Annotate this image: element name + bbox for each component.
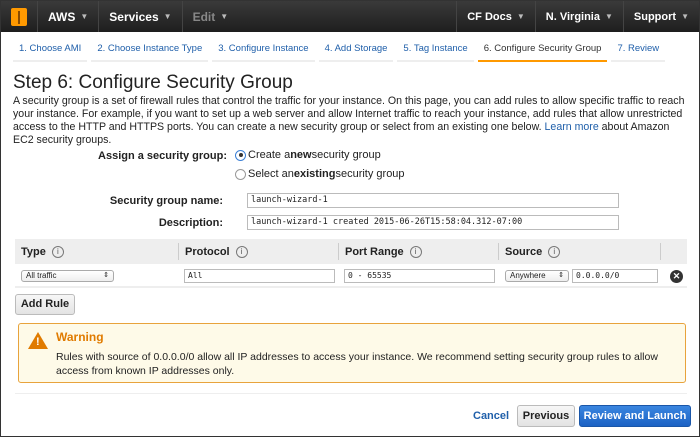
services-label: Services [109, 9, 159, 24]
opt-existing-pre: Select an [248, 168, 294, 180]
chevron-down-icon: ▼ [220, 12, 229, 21]
cf-docs-menu[interactable]: CF Docs ▼ [456, 1, 535, 32]
cancel-link[interactable]: Cancel [473, 410, 509, 422]
edit-menu[interactable]: Edit ▼ [183, 1, 239, 32]
select-arrows-icon: ⇕ [103, 272, 109, 279]
source-value: Anywhere [510, 271, 546, 280]
select-arrows-icon: ⇕ [558, 272, 564, 279]
step-choose-instance-type[interactable]: 2. Choose Instance Type [91, 40, 209, 62]
edit-label: Edit [192, 9, 216, 24]
header-port-range: Port Range i [339, 243, 499, 260]
port-range-input[interactable]: 0 - 65535 [344, 269, 495, 283]
header-source-label: Source [505, 245, 543, 258]
aws-label: AWS [48, 9, 76, 24]
aws-menu[interactable]: AWS ▼ [38, 1, 100, 32]
header-protocol: Protocol i [179, 243, 339, 260]
info-icon[interactable]: i [409, 245, 422, 258]
page-title: Step 6: Configure Security Group [13, 72, 293, 93]
add-rule-button[interactable]: Add Rule [15, 294, 75, 315]
opt-existing-post: security group [335, 168, 405, 180]
rules-table-header: Type i Protocol i Port Range i Source i [15, 239, 687, 264]
chevron-down-icon: ▼ [80, 12, 89, 21]
description-label: Description: [158, 217, 223, 229]
aws-logo[interactable] [1, 1, 38, 32]
type-value: All traffic [26, 271, 57, 280]
cidr-input[interactable]: 0.0.0.0/0 [572, 269, 658, 283]
type-select[interactable]: All traffic ⇕ [21, 270, 114, 282]
header-type-label: Type [21, 245, 46, 258]
warning-exclamation: ! [36, 336, 40, 348]
opt-existing-bold: existing [293, 168, 336, 180]
info-icon[interactable]: i [548, 245, 561, 258]
divider [15, 393, 687, 394]
services-menu[interactable]: Services ▼ [99, 1, 183, 32]
step-configure-instance[interactable]: 3. Configure Instance [212, 40, 315, 62]
region-label: N. Virginia [545, 10, 600, 23]
opt-new-pre: Create a [248, 149, 291, 161]
intro-text: A security group is a set of firewall ru… [13, 95, 687, 147]
description-input[interactable]: launch-wizard-1 created 2015-06-26T15:58… [247, 215, 619, 230]
name-label: Security group name: [109, 195, 223, 207]
chevron-down-icon: ▼ [604, 12, 613, 21]
step-configure-security-group[interactable]: 6. Configure Security Group [477, 40, 608, 62]
warning-box: ! Warning Rules with source of 0.0.0.0/0… [18, 323, 686, 383]
learn-more-link[interactable]: Learn more [545, 121, 599, 133]
region-menu[interactable]: N. Virginia ▼ [534, 1, 623, 32]
top-nav: AWS ▼ Services ▼ Edit ▼ CF Docs ▼ N. Virgini… [1, 1, 699, 32]
step-tag-instance[interactable]: 5. Tag Instance [397, 40, 474, 62]
header-source: Source i [499, 243, 661, 260]
header-port-label: Port Range [345, 245, 404, 258]
warning-title: Warning [56, 330, 104, 344]
aws-cube-icon [11, 7, 27, 26]
header-type: Type i [15, 243, 179, 260]
support-label: Support [633, 10, 677, 23]
review-and-launch-button[interactable]: Review and Launch [579, 405, 691, 427]
radio-create-new[interactable]: Create a new security group [235, 149, 381, 161]
protocol-input[interactable]: All [184, 269, 335, 283]
previous-button[interactable]: Previous [517, 405, 575, 427]
opt-new-bold: new [290, 149, 312, 161]
security-group-name-input[interactable]: launch-wizard-1 [247, 193, 619, 208]
support-menu[interactable]: Support ▼ [622, 1, 699, 32]
radio-unselected-icon[interactable] [235, 168, 246, 180]
chevron-down-icon: ▼ [516, 12, 525, 21]
step-review[interactable]: 7. Review [611, 40, 666, 62]
wizard-steps: 1. Choose AMI 2. Choose Instance Type 3.… [1, 32, 699, 62]
info-icon[interactable]: i [235, 245, 248, 258]
warning-message: Rules with source of 0.0.0.0/0 allow all… [56, 351, 658, 377]
cf-docs-label: CF Docs [467, 10, 512, 23]
header-protocol-label: Protocol [185, 245, 230, 258]
radio-select-existing[interactable]: Select an existing security group [235, 168, 405, 180]
chevron-down-icon: ▼ [681, 12, 689, 21]
step-add-storage[interactable]: 4. Add Storage [318, 40, 394, 62]
radio-selected-icon[interactable] [235, 149, 246, 161]
source-select[interactable]: Anywhere ⇕ [505, 270, 569, 282]
opt-new-post: security group [311, 149, 381, 161]
chevron-down-icon: ▼ [163, 12, 172, 21]
remove-rule-icon[interactable]: ✕ [670, 270, 683, 283]
step-choose-ami[interactable]: 1. Choose AMI [13, 40, 88, 62]
table-row: All traffic ⇕ All 0 - 65535 Anywhere ⇕ 0.0… [15, 265, 687, 288]
info-icon[interactable]: i [51, 245, 64, 258]
assign-label: Assign a security group: [98, 150, 227, 162]
